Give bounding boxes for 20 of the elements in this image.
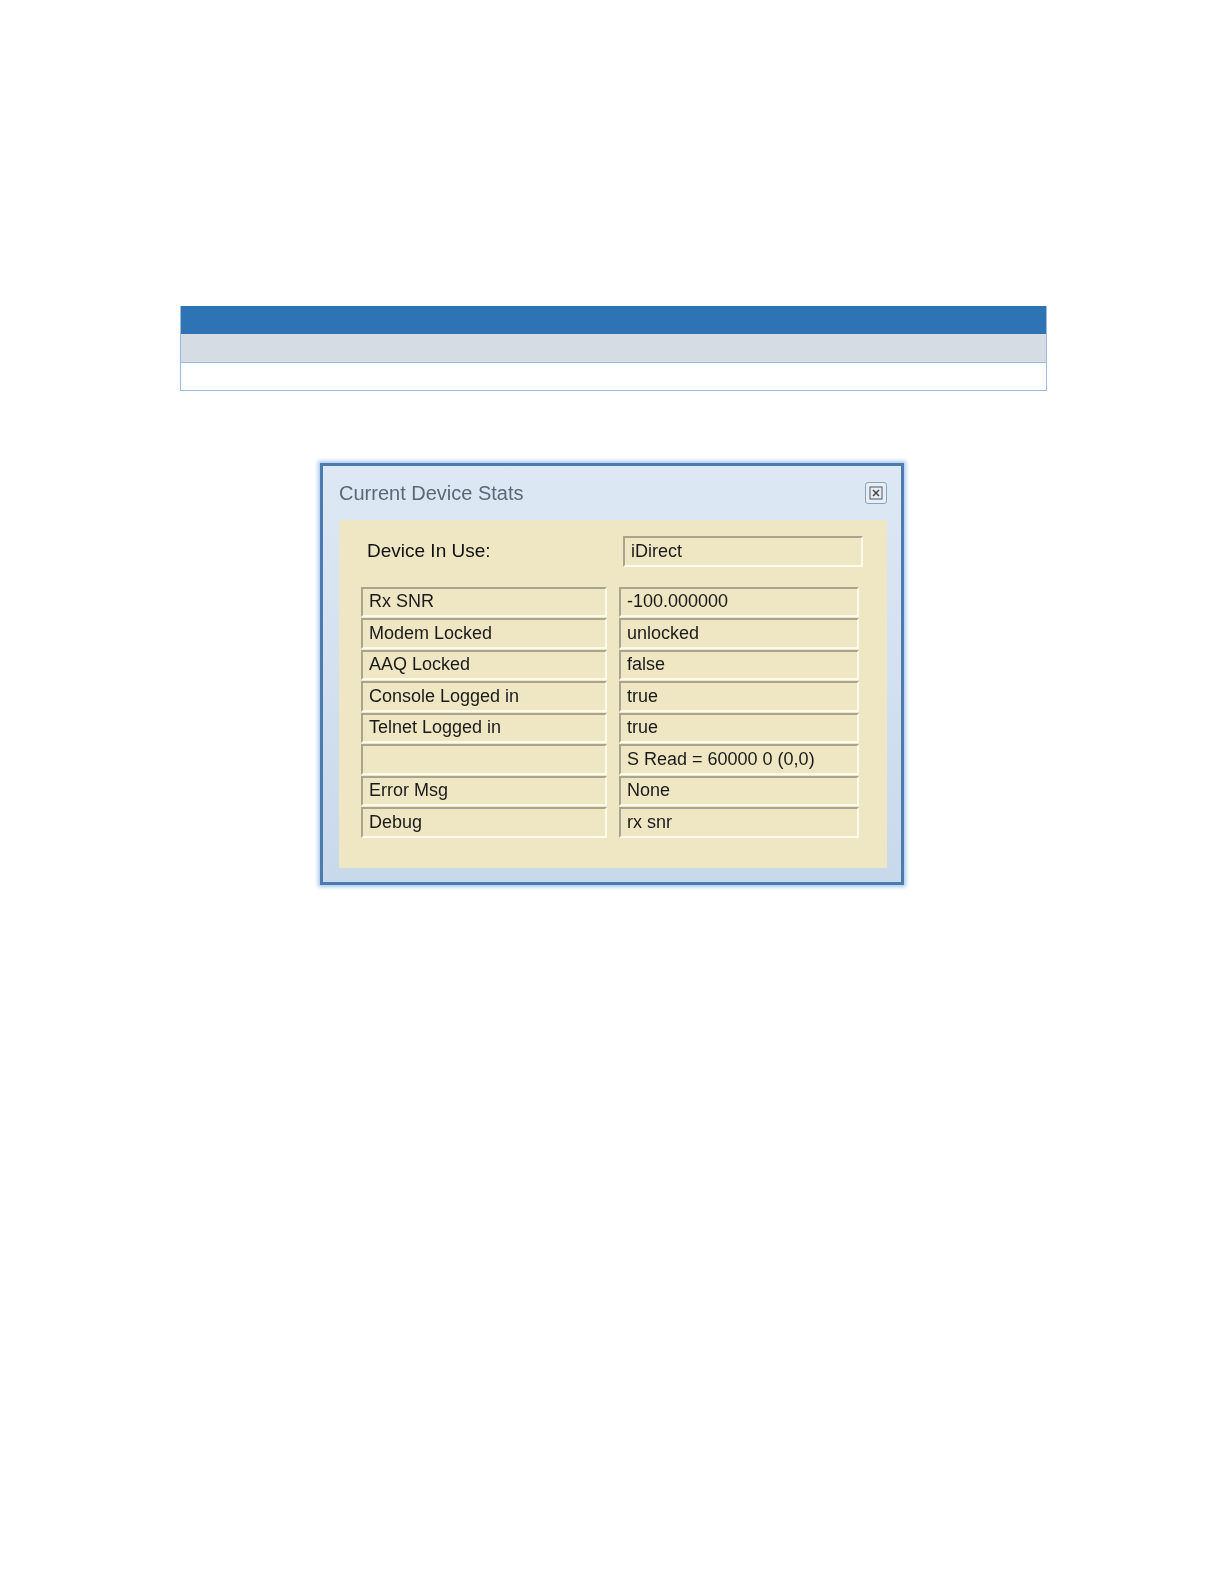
- window-title: Current Device Stats: [339, 481, 524, 505]
- stat-value: true: [619, 712, 859, 743]
- stat-value: S Read = 60000 0 (0,0): [619, 744, 859, 775]
- stat-value: rx snr: [619, 807, 859, 838]
- stat-label: Console Logged in: [361, 681, 607, 712]
- device-value: iDirect: [623, 536, 863, 567]
- stat-label: Modem Locked: [361, 618, 607, 649]
- stat-label: AAQ Locked: [361, 649, 607, 680]
- device-label: Device In Use:: [366, 540, 492, 563]
- stat-value: unlocked: [619, 618, 859, 649]
- stat-value: true: [619, 681, 859, 712]
- stat-value: false: [619, 649, 859, 680]
- stat-label: Rx SNR: [361, 586, 607, 617]
- close-icon: [869, 486, 883, 500]
- stat-value: -100.000000: [619, 586, 859, 617]
- stat-label: Telnet Logged in: [361, 712, 607, 743]
- stat-value: None: [619, 775, 859, 806]
- stat-label: Debug: [361, 807, 607, 838]
- close-button[interactable]: [865, 482, 887, 504]
- stat-label: Error Msg: [361, 775, 607, 806]
